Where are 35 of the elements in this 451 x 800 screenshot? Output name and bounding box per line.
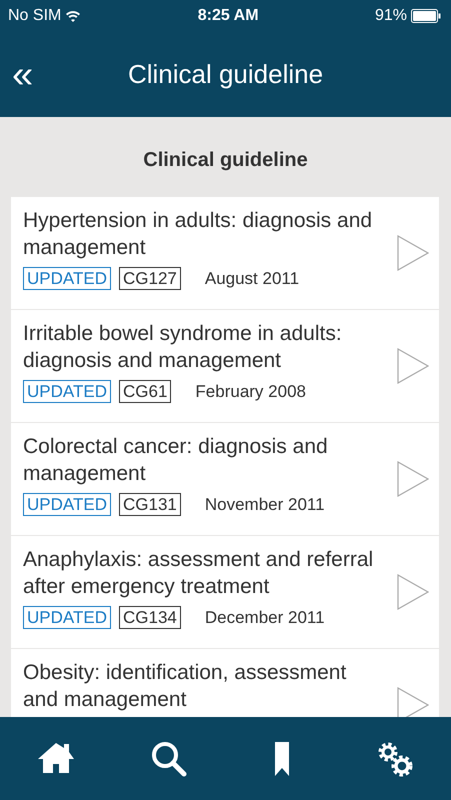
guideline-title: Obesity: identification, assessment and management <box>23 660 348 714</box>
chevron-right-icon <box>397 348 429 384</box>
code-tag: CG134 <box>118 606 181 629</box>
header-title: Clinical guideline <box>128 58 324 91</box>
wifi-icon <box>65 10 82 22</box>
date-label: December 2011 <box>204 606 325 629</box>
guideline-item[interactable]: Hypertension in adults: diagnosis and management UPDATED CG127 August 2011 <box>11 197 439 309</box>
guideline-item[interactable]: Obesity: identification, assessment and management <box>11 649 439 717</box>
code-tag: CG61 <box>118 380 172 403</box>
updated-tag: UPDATED <box>23 266 111 290</box>
battery-percent: 91% <box>374 6 407 26</box>
chevron-right-icon <box>397 574 429 610</box>
updated-tag: UPDATED <box>23 380 111 403</box>
guideline-title: Hypertension in adults: diagnosis and management <box>23 208 374 262</box>
updated-tag: UPDATED <box>23 492 111 516</box>
date-label: August 2011 <box>204 268 300 290</box>
chevron-right-icon <box>397 687 429 717</box>
section-title: Clinical guideline <box>142 148 309 173</box>
back-button[interactable]: « <box>8 56 38 94</box>
code-tag: CG127 <box>118 266 181 290</box>
date-label: February 2008 <box>195 380 306 403</box>
guideline-title: Anaphylaxis: assessment and referral after emergency treatment <box>23 547 374 600</box>
guideline-item[interactable]: Colorectal cancer: diagnosis and management UPDATED CG131 November 2011 <box>11 423 439 535</box>
updated-tag: UPDATED <box>23 606 111 629</box>
code-tag: CG131 <box>118 492 181 516</box>
guideline-title: Irritable bowel syndrome in adults: diagnosis and management <box>23 321 343 374</box>
guideline-item[interactable]: Irritable bowel syndrome in adults: diagnosis and management UPDATED CG61 February 2008 <box>11 310 439 422</box>
guideline-title: Colorectal cancer: diagnosis and management <box>23 434 329 488</box>
guideline-item[interactable]: Anaphylaxis: assessment and referral after emergency treatment UPDATED CG134 December 2011 <box>11 536 439 648</box>
clock-time: 8:25 AM <box>198 6 259 26</box>
chevron-right-icon <box>397 461 429 497</box>
battery-icon <box>410 9 441 23</box>
carrier-label: No SIM <box>8 6 62 26</box>
date-label: November 2011 <box>204 494 325 516</box>
chevron-right-icon <box>397 235 429 271</box>
